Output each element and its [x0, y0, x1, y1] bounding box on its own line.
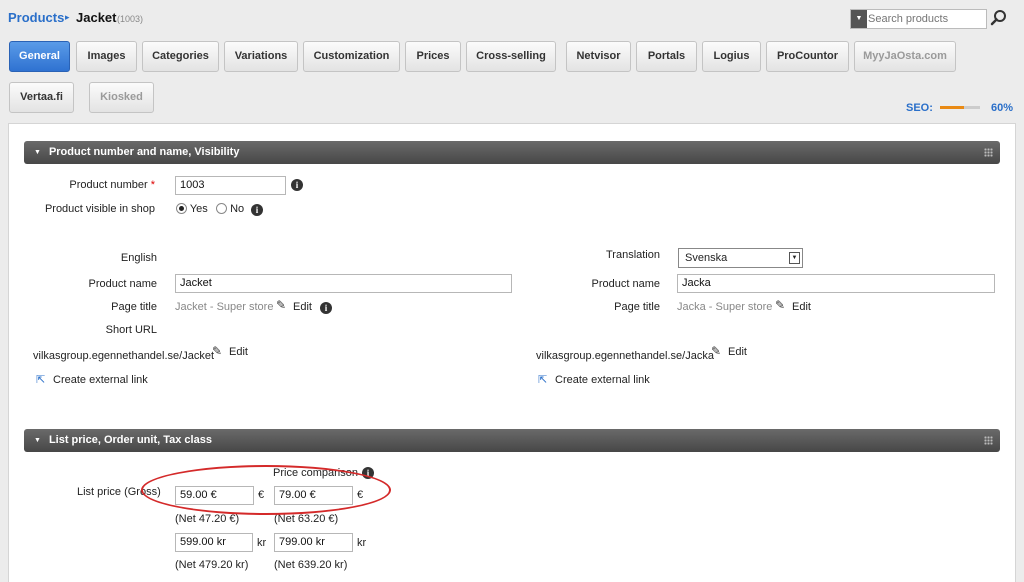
tab-variations[interactable]: Variations — [224, 41, 298, 72]
visible-no-option[interactable]: No — [216, 203, 244, 215]
translated-create-external-link[interactable]: Create external link — [555, 374, 650, 386]
tab-logius[interactable]: Logius — [702, 41, 761, 72]
search-icon[interactable] — [990, 9, 1008, 27]
net-comparison-eur: (Net 63.20 €) — [274, 513, 339, 525]
tab-procountor[interactable]: ProCountor — [766, 41, 849, 72]
translation-select[interactable]: Svenska ▼ — [678, 248, 803, 268]
seo-percent: 60% — [991, 102, 1014, 114]
tab-netvisor[interactable]: Netvisor — [566, 41, 631, 72]
collapse-triangle-icon: ▼ — [34, 437, 41, 444]
collapse-triangle-icon: ▼ — [34, 149, 41, 156]
section-title: List price, Order unit, Tax class — [48, 434, 212, 446]
product-number-label: Product number * — [69, 179, 155, 191]
seo-progress-fill — [940, 106, 964, 109]
pencil-icon[interactable]: ✎ — [276, 298, 286, 312]
create-external-link[interactable]: Create external link — [53, 374, 148, 386]
search-input[interactable] — [868, 11, 983, 27]
external-link-icon[interactable]: ⇱ — [538, 373, 547, 386]
tab-portals[interactable]: Portals — [636, 41, 697, 72]
tab-prices[interactable]: Prices — [405, 41, 461, 72]
tab-categories[interactable]: Categories — [142, 41, 219, 72]
translation-label: Translation — [605, 249, 660, 261]
translated-short-url-value: vilkasgroup.egennethandel.se/Jacka — [536, 350, 714, 362]
page-title-edit-link[interactable]: Edit — [293, 301, 312, 313]
page-title-value: Jacket - Super store — [175, 301, 274, 313]
currency-sek-label: kr — [357, 537, 367, 549]
pencil-icon[interactable]: ✎ — [711, 344, 721, 358]
comparison-price-sek-input[interactable]: 799.00 kr — [274, 533, 353, 552]
net-comparison-sek: (Net 639.20 kr) — [274, 559, 348, 571]
page-title-label: Page title — [111, 301, 157, 313]
tab-kiosked[interactable]: Kiosked — [89, 82, 154, 113]
pencil-icon[interactable]: ✎ — [212, 344, 222, 358]
drag-grip-icon[interactable] — [984, 148, 993, 157]
translated-page-title-edit-link[interactable]: Edit — [792, 301, 811, 313]
radio-no[interactable] — [216, 203, 227, 214]
drag-grip-icon[interactable] — [984, 436, 993, 445]
list-price-sek-input[interactable]: 599.00 kr — [175, 533, 253, 552]
search-scope-dropdown-icon[interactable]: ▼ — [851, 10, 867, 28]
highlight-ellipse-annotation — [141, 465, 391, 515]
search-box: ▼ — [850, 9, 987, 29]
product-number-input[interactable]: 1003 — [175, 176, 286, 195]
translated-product-name-input[interactable]: Jacka — [677, 274, 995, 293]
product-name-input[interactable]: Jacket — [175, 274, 512, 293]
section-title: Product number and name, Visibility — [48, 146, 240, 158]
page-title-info-icon[interactable]: i — [320, 302, 332, 314]
product-name-label: Product name — [88, 278, 157, 290]
breadcrumb-separator-icon: ▸ — [65, 12, 70, 22]
visible-in-shop-label: Product visible in shop — [44, 203, 155, 215]
section-header-product-number[interactable]: ▼ Product number and name, Visibility — [24, 141, 1000, 164]
translated-page-title-label: Page title — [614, 301, 660, 313]
short-url-label: Short URL — [105, 324, 157, 336]
language-label-english: English — [120, 252, 157, 264]
translated-short-url-edit-link[interactable]: Edit — [728, 346, 747, 358]
short-url-edit-link[interactable]: Edit — [229, 346, 248, 358]
seo-progress-bar — [940, 106, 980, 109]
visibility-info-icon[interactable]: i — [251, 204, 263, 216]
tab-customization[interactable]: Customization — [303, 41, 400, 72]
translated-product-name-label: Product name — [591, 278, 660, 290]
tab-images[interactable]: Images — [76, 41, 137, 72]
page-title: Jacket — [76, 10, 117, 25]
pencil-icon[interactable]: ✎ — [775, 298, 785, 312]
external-link-icon[interactable]: ⇱ — [36, 373, 45, 386]
product-number-info-icon[interactable]: i — [291, 179, 303, 191]
translated-page-title-value: Jacka - Super store — [677, 301, 773, 313]
currency-sek-label: kr — [257, 537, 267, 549]
chevron-down-icon: ▼ — [789, 252, 800, 264]
net-price-eur: (Net 47.20 €) — [175, 513, 240, 525]
net-price-sek: (Net 479.20 kr) — [175, 559, 249, 571]
tab-general[interactable]: General — [9, 41, 70, 72]
tab-myyjaosta[interactable]: MyyJaOsta.com — [854, 41, 956, 72]
section-header-list-price[interactable]: ▼ List price, Order unit, Tax class — [24, 429, 1000, 452]
tab-vertaa[interactable]: Vertaa.fi — [9, 82, 74, 113]
breadcrumb-products-link[interactable]: Products — [8, 10, 64, 25]
tab-cross-selling[interactable]: Cross-selling — [466, 41, 556, 72]
radio-yes[interactable] — [176, 203, 187, 214]
visible-yes-option[interactable]: Yes — [176, 203, 208, 215]
seo-label: SEO: — [906, 102, 933, 114]
short-url-value: vilkasgroup.egennethandel.se/Jacket — [33, 350, 215, 362]
product-id-label: (1003) — [117, 14, 144, 24]
